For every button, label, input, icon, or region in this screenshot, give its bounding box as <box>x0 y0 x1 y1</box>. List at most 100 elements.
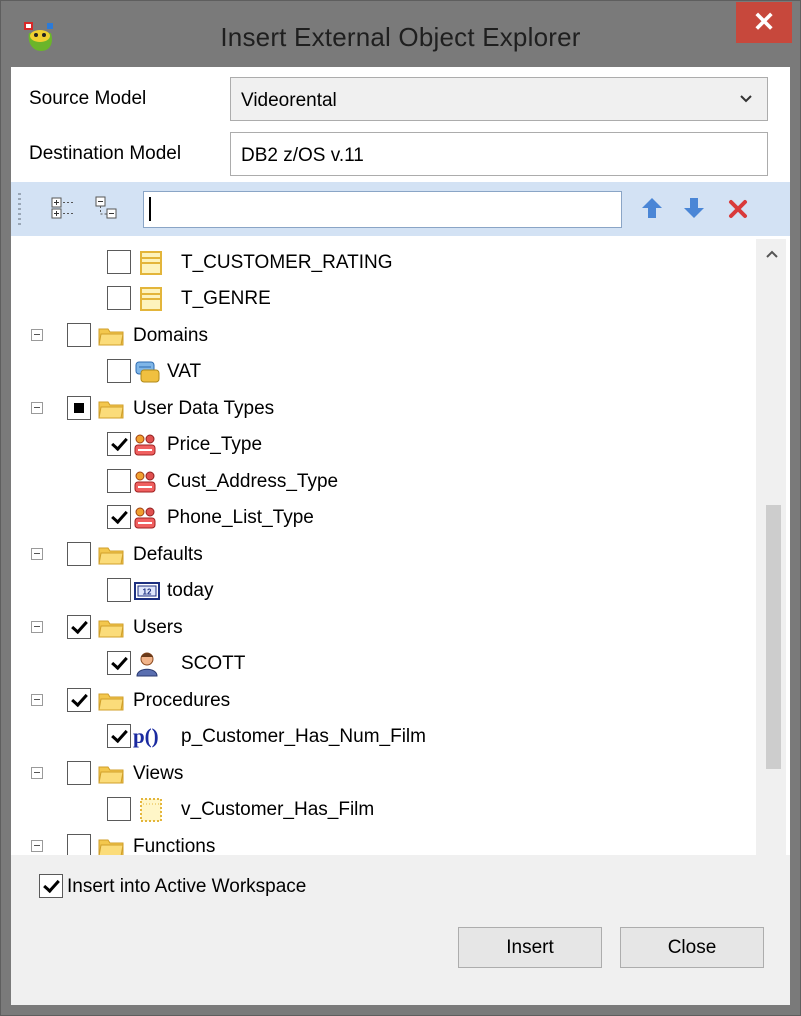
user-data-type-icon <box>134 507 156 529</box>
arrow-up-icon[interactable] <box>639 196 665 220</box>
collapse-toggle-icon[interactable] <box>31 329 43 341</box>
tree-item-checkbox[interactable] <box>107 578 131 602</box>
tree-item-today[interactable]: 12 today <box>21 573 755 609</box>
tree-item-checkbox[interactable] <box>107 432 131 456</box>
collapse-toggle-icon[interactable] <box>31 767 43 779</box>
tree-item-price-type[interactable]: Price_Type <box>21 427 755 463</box>
tree-item-t-customer-rating[interactable]: T_CUSTOMER_RATING <box>21 245 755 281</box>
tree-item-label: Defaults <box>133 544 203 565</box>
tree-item-checkbox[interactable] <box>107 797 131 821</box>
tree-folder-views[interactable]: Views <box>21 756 755 792</box>
tree-item-checkbox[interactable] <box>67 615 91 639</box>
source-model-select[interactable]: Videorental <box>230 77 768 121</box>
tree-item-checkbox[interactable] <box>67 761 91 785</box>
folder-icon <box>98 620 124 638</box>
tree-item-label: Domains <box>133 325 208 346</box>
collapse-toggle-icon[interactable] <box>31 621 43 633</box>
tree-item-label: Cust_Address_Type <box>167 471 339 492</box>
collapse-toggle-icon[interactable] <box>31 402 43 414</box>
folder-icon <box>98 547 124 565</box>
tree-item-label: today <box>167 580 214 601</box>
toolbar-grip[interactable] <box>18 193 21 225</box>
tree-folder-users[interactable]: Users <box>21 610 755 646</box>
tree-item-phone-list-type[interactable]: Phone_List_Type <box>21 500 755 536</box>
tree-folder-domains[interactable]: Domains <box>21 318 755 354</box>
tree-search-input[interactable] <box>143 191 622 228</box>
collapse-toggle-icon[interactable] <box>31 548 43 560</box>
dialog-footer: Insert into Active Workspace Insert Clos… <box>11 855 790 1005</box>
tree-item-label: p_Customer_Has_Num_Film <box>181 726 426 747</box>
tree-item-label: Phone_List_Type <box>167 507 314 528</box>
tree-item-checkbox[interactable] <box>107 469 131 493</box>
tree-item-label: Users <box>133 617 183 638</box>
insert-button[interactable]: Insert <box>458 927 602 968</box>
tree-item-label: Price_Type <box>167 434 263 455</box>
window-title: Insert External Object Explorer <box>220 22 581 52</box>
title-bar[interactable]: Insert External Object Explorer ✕ <box>1 1 800 67</box>
folder-icon <box>98 693 124 711</box>
tree-item-checkbox[interactable] <box>67 542 91 566</box>
tree-folder-user-data-types[interactable]: User Data Types <box>21 391 755 427</box>
close-icon: ✕ <box>752 7 776 37</box>
tree-item-label: T_GENRE <box>181 288 271 309</box>
tree-toolbar <box>11 182 790 236</box>
tree-item-label: T_CUSTOMER_RATING <box>181 252 393 273</box>
destination-model-label: Destination Model <box>29 143 182 164</box>
arrow-down-icon[interactable] <box>681 196 707 220</box>
tree-scrollbar[interactable] <box>756 239 786 920</box>
scroll-up-icon[interactable] <box>765 249 779 259</box>
object-tree[interactable]: T_CUSTOMER_RATING T_GENRE Domains VAT Us… <box>21 239 755 920</box>
dialog-window: Insert External Object Explorer ✕ Source… <box>0 0 801 1016</box>
tree-item-checkbox[interactable] <box>107 505 131 529</box>
text-caret <box>149 197 151 221</box>
user-icon <box>136 652 158 677</box>
folder-icon <box>98 766 124 784</box>
default-value-icon: 12 <box>134 582 160 600</box>
insert-active-workspace-checkbox[interactable] <box>39 874 63 898</box>
expand-all-icon[interactable] <box>51 196 77 220</box>
dialog-client-area: Source Model Videorental Destination Mod… <box>11 67 790 1005</box>
insert-active-workspace-label: Insert into Active Workspace <box>67 876 307 897</box>
tree-item-label: v_Customer_Has_Film <box>181 799 375 820</box>
tree-item-checkbox[interactable] <box>107 250 131 274</box>
chevron-down-icon <box>740 95 752 103</box>
source-model-label: Source Model <box>29 88 147 109</box>
tree-item-checkbox[interactable] <box>107 359 131 383</box>
tree-folder-procedures[interactable]: Procedures <box>21 683 755 719</box>
source-model-value: Videorental <box>241 90 337 111</box>
destination-model-field[interactable]: DB2 z/OS v.11 <box>230 132 768 176</box>
folder-icon <box>98 401 124 419</box>
destination-model-value: DB2 z/OS v.11 <box>241 145 364 166</box>
scrollbar-thumb[interactable] <box>766 505 781 769</box>
tree-item-vat[interactable]: VAT <box>21 354 755 390</box>
collapse-toggle-icon[interactable] <box>31 694 43 706</box>
clear-icon[interactable] <box>727 196 749 220</box>
close-button[interactable]: Close <box>620 927 764 968</box>
tree-item-label: Views <box>133 763 184 784</box>
tree-item-checkbox[interactable] <box>107 286 131 310</box>
tree-item-checkbox[interactable] <box>107 724 131 748</box>
tree-item-t-genre[interactable]: T_GENRE <box>21 281 755 317</box>
tree-folder-defaults[interactable]: Defaults <box>21 537 755 573</box>
tree-item-label: SCOTT <box>181 653 246 674</box>
procedure-icon: p() <box>133 724 159 748</box>
tree-item-checkbox[interactable] <box>67 688 91 712</box>
user-data-type-icon <box>134 434 156 456</box>
tree-item-checkbox[interactable] <box>67 323 91 347</box>
tree-item-label: User Data Types <box>133 398 275 419</box>
tree-item-p-customer-has-num-film[interactable]: p() p_Customer_Has_Num_Film <box>21 719 755 755</box>
collapse-toggle-icon[interactable] <box>31 840 43 852</box>
svg-text:12: 12 <box>143 588 152 597</box>
tree-item-scott[interactable]: SCOTT <box>21 646 755 682</box>
table-icon <box>140 287 162 311</box>
tree-item-v-customer-has-film[interactable]: v_Customer_Has_Film <box>21 792 755 828</box>
user-data-type-icon <box>134 471 156 493</box>
close-window-button[interactable]: ✕ <box>736 2 792 43</box>
tree-item-label: VAT <box>167 361 202 382</box>
folder-icon <box>98 328 124 346</box>
view-icon <box>140 798 162 822</box>
tree-item-cust-address-type[interactable]: Cust_Address_Type <box>21 464 755 500</box>
collapse-all-icon[interactable] <box>95 196 121 220</box>
tree-item-checkbox[interactable] <box>107 651 131 675</box>
tree-item-checkbox[interactable] <box>67 396 91 420</box>
